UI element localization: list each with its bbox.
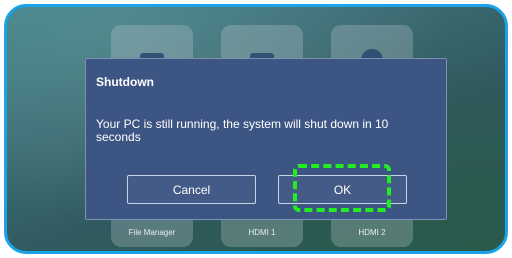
tile-label: File Manager xyxy=(128,228,176,237)
dialog-message: Your PC is still running, the system wil… xyxy=(96,117,389,144)
ok-button[interactable]: OK xyxy=(278,175,407,204)
tile-label: HDMI 2 xyxy=(358,228,386,237)
cancel-button[interactable]: Cancel xyxy=(127,175,256,204)
tile-label: HDMI 1 xyxy=(248,228,276,237)
dialog-title: Shutdown xyxy=(96,75,154,89)
display-screen: File Manager HDMI 1 HDMI 2 Shutdown Your… xyxy=(4,4,508,254)
shutdown-dialog: Shutdown Your PC is still running, the s… xyxy=(85,58,447,220)
